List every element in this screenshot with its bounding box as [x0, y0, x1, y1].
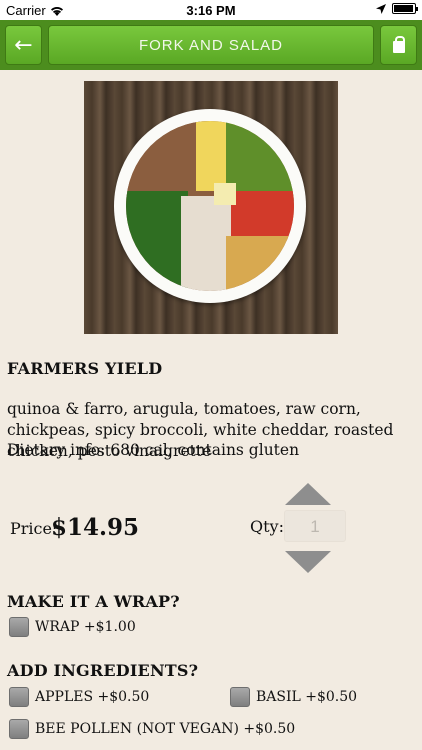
battery-level [394, 5, 413, 12]
ingredient-option[interactable]: BASIL +$0.50 [230, 687, 357, 707]
brand-logo[interactable]: FORK AND SALAD [48, 25, 374, 65]
ingredients-heading: ADD INGREDIENTS? [7, 661, 199, 680]
ingredient-label: BASIL +$0.50 [256, 689, 358, 705]
arrow-left-icon: ← [14, 32, 33, 58]
nav-bar: ← FORK AND SALAD [0, 20, 422, 70]
back-button[interactable]: ← [5, 25, 42, 65]
wrap-heading: MAKE IT A WRAP? [7, 592, 180, 611]
ingredient-option[interactable]: BEE POLLEN (NOT VEGAN) +$0.50 [9, 719, 295, 739]
qty-decrease-button[interactable] [285, 551, 331, 573]
wrap-checkbox[interactable] [9, 617, 29, 637]
wrap-option-label: WRAP +$1.00 [35, 619, 136, 635]
apples-checkbox[interactable] [9, 687, 29, 707]
qty-label: Qty: [250, 517, 284, 536]
brand-name: FORK AND SALAD [138, 36, 284, 54]
ingredient-option[interactable]: APPLES +$0.50 [9, 687, 149, 707]
shopping-bag-icon [392, 35, 405, 53]
ingredient-label: APPLES +$0.50 [35, 689, 150, 705]
ingredient-label: BEE POLLEN (NOT VEGAN) +$0.50 [35, 721, 296, 737]
plate [114, 109, 306, 303]
cart-button[interactable] [380, 25, 417, 65]
basil-checkbox[interactable] [230, 687, 250, 707]
salad-bowl [126, 121, 294, 291]
qty-increase-button[interactable] [285, 483, 331, 505]
bee-pollen-checkbox[interactable] [9, 719, 29, 739]
location-icon [376, 3, 386, 14]
wrap-option[interactable]: WRAP +$1.00 [9, 617, 136, 637]
dietary-info: Dietary info: 680 cal, contains gluten [7, 441, 300, 459]
price-value: $14.95 [51, 514, 140, 541]
product-title: FARMERS YIELD [7, 359, 163, 378]
battery-icon [392, 3, 418, 14]
clock: 3:16 PM [186, 3, 236, 18]
product-image [84, 81, 338, 334]
status-icons [376, 3, 418, 14]
status-bar: Carrier 3:16 PM [0, 0, 422, 20]
qty-input[interactable]: 1 [284, 510, 346, 542]
